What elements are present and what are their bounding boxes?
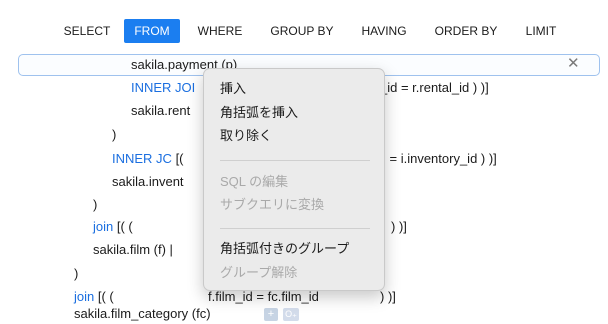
code-line: ) )] xyxy=(380,289,396,304)
join-condition: f.film_id = fc.film_id xyxy=(208,289,319,304)
tab-select[interactable]: SELECT xyxy=(62,19,112,43)
code-line: sakila.rent xyxy=(131,103,191,118)
code-line: sakila.film_category (fc) xyxy=(74,306,211,321)
tab-from[interactable]: FROM xyxy=(124,19,180,43)
menu-separator xyxy=(220,228,370,229)
code-line: join [( ( xyxy=(93,219,133,235)
join-link-icon[interactable]: O₊ xyxy=(283,308,299,321)
code-line: ) )] xyxy=(391,219,407,234)
menu-edit-sql[interactable]: SQL の編集 xyxy=(220,172,288,192)
code-line: ) xyxy=(112,127,117,142)
menu-insert-bracket[interactable]: 角括弧を挿入 xyxy=(220,103,298,123)
code-line: ) xyxy=(74,266,79,281)
join-keyword[interactable]: INNER JOI xyxy=(131,80,195,95)
join-keyword[interactable]: join xyxy=(74,289,94,304)
tab-having[interactable]: HAVING xyxy=(352,19,416,43)
menu-insert[interactable]: 挿入 xyxy=(220,79,246,99)
clause-tabs: SELECT FROM WHERE GROUP BY HAVING ORDER … xyxy=(0,0,608,48)
code-line: l = i.inventory_id ) )] xyxy=(383,151,497,166)
code-line: INNER JC [( xyxy=(112,151,184,167)
menu-separator xyxy=(220,160,370,161)
bracket-open: [( xyxy=(171,151,184,166)
tab-order-by[interactable]: ORDER BY xyxy=(426,19,506,43)
menu-remove[interactable]: 取り除く xyxy=(220,126,272,146)
code-line: sakila.film (f) | xyxy=(93,242,173,257)
menu-group-with-brackets[interactable]: 角括弧付きのグループ xyxy=(220,239,349,259)
menu-ungroup[interactable]: グループ解除 xyxy=(220,263,297,283)
bracket-open: [( ( xyxy=(94,289,114,304)
code-line: _id = r.rental_id ) )] xyxy=(380,80,489,95)
context-menu: 挿入 角括弧を挿入 取り除く SQL の編集 サブクエリに変換 角括弧付きのグル… xyxy=(203,68,385,291)
join-keyword[interactable]: join xyxy=(93,219,113,234)
add-icon[interactable]: + xyxy=(264,308,278,321)
close-icon[interactable]: ✕ xyxy=(567,54,580,74)
menu-convert-to-subquery[interactable]: サブクエリに変換 xyxy=(220,195,324,215)
code-line: ) xyxy=(93,197,98,212)
code-line: sakila.invent xyxy=(112,174,184,189)
tab-limit[interactable]: LIMIT xyxy=(517,19,565,43)
code-line: join [( ( xyxy=(74,289,114,305)
code-line: INNER JOI xyxy=(131,80,195,96)
tab-where[interactable]: WHERE xyxy=(190,19,250,43)
bracket-open: [( ( xyxy=(113,219,133,234)
join-keyword[interactable]: INNER JC xyxy=(112,151,172,166)
tab-group-by[interactable]: GROUP BY xyxy=(263,19,341,43)
